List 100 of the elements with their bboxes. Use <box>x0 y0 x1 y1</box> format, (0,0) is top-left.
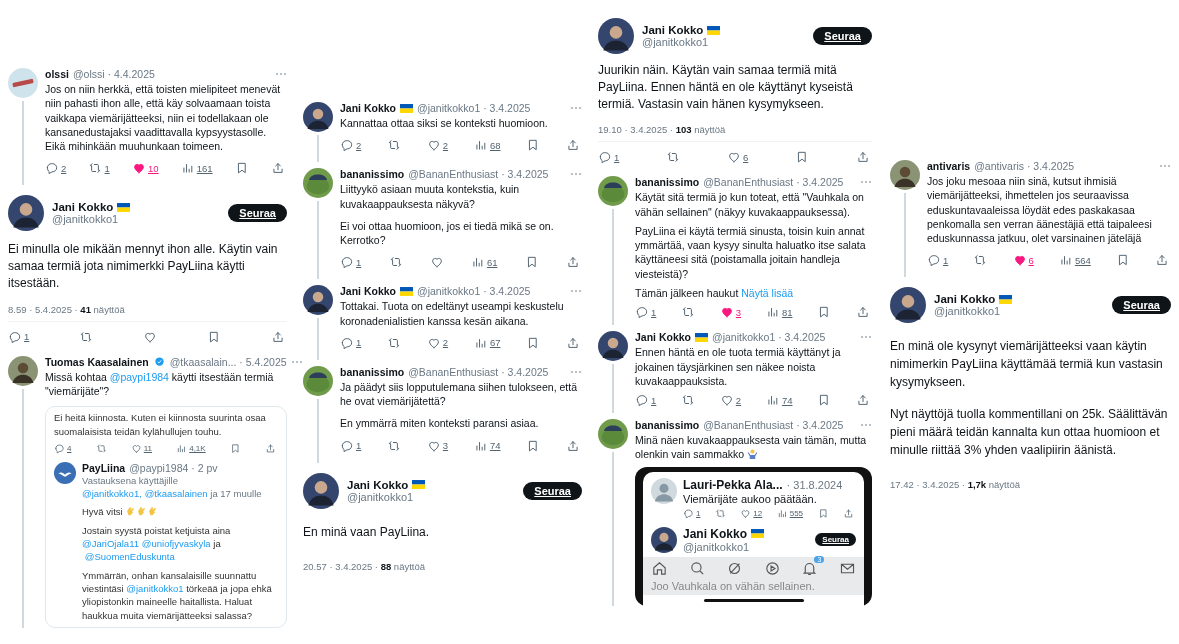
post-text: Ei heitä kiinnosta. Kuten ei kiinnosta suurinta osaa suomalaisista teidän kylähullujen touhu. <box>54 411 267 438</box>
post-text: Juurikin näin. Käytän vain samaa termiä mitä PayLiina. Ennen häntä en ole käyttänyt kyseistä termiä. Vastasin vain hänen kysymykseen. <box>598 62 854 113</box>
post-text: Käytät sitä termiä jo kun toteat, että "Vauhkala on vähän sellainen" (näkyy kuvakaappauksessa). <box>635 190 865 219</box>
post-text: Ei minulla ole mikään mennyt ihon alle. Käytin vain samaa termiä jota nimimerkki PayLiina käytti itsestään. <box>8 241 279 292</box>
post-text: Nyt näyttöjä tuolla kommentillani on 25k. Säälittävän pieni määrä teidän kannalta kun ottaa huomioon et minulle riittää 3% yhden vaalipiirin äänistä. <box>890 406 1169 460</box>
author-name[interactable]: bananissimo <box>340 168 405 181</box>
post-text: Liittyykö asiaan muuta kontekstia, kuin kuvakaappauksesta näkyvä? <box>340 182 521 211</box>
post-text: Jos on niin herkkä, että toisten mielipiteet menevät niin pahasti ihon alle, että käy solvaamaan toista vaikkapa viemärijätteeksi, niin ei todellakaan ole kansanedustajaksi vaadittavalla kypsyystasolle. Eikä mihinkään muuhunkaan toimeen. <box>45 82 282 154</box>
views-button[interactable]: 68 <box>473 138 501 153</box>
author-name[interactable]: Jani Kokko <box>635 331 692 344</box>
author-name[interactable]: Jani Kokko <box>340 285 397 298</box>
handle-and-date: @tkaasalain... · 5.4.2025 <box>169 355 287 368</box>
handle-and-date: @janitkokko1 · 3.4.2025 <box>417 285 531 298</box>
handle-and-date: @janitkokko1 · 3.4.2025 <box>417 102 531 114</box>
author-name[interactable]: Jani Kokko <box>683 526 748 541</box>
like-button[interactable]: 3 <box>426 438 449 453</box>
reply-button[interactable]: 1 <box>340 255 362 270</box>
post-text: Tottakai. Tuota on edeltänyt useampi keskustelu koronadenialistien kanssa kesän aikana. <box>340 299 565 328</box>
author-name[interactable]: Tuomas Kaasalainen <box>45 355 149 368</box>
post-text: Ei voi ottaa huomioon, jos ei tiedä mikä se on. Kerrotko? <box>340 218 555 248</box>
post-meta: 20.57 · 3.4.2025 · 88 näyttöä <box>303 560 427 572</box>
author-name[interactable]: Jani Kokko <box>642 24 704 36</box>
follow-button[interactable]: Seuraa <box>1112 296 1171 315</box>
follow-button[interactable]: Seuraa <box>813 27 872 45</box>
post-text: Missä kohtaa @paypi1984 käytti itsestään termiä "viemärijäte"? <box>45 369 275 399</box>
like-button[interactable]: 10 <box>131 161 159 176</box>
views-button[interactable]: 74 <box>473 438 501 453</box>
follow-button[interactable]: Seuraa <box>815 533 856 547</box>
author-name[interactable]: PayLiina <box>82 461 126 474</box>
post-meta: 17.42 · 3.4.2025 · 1,7k näyttöä <box>890 479 1021 491</box>
reply-button[interactable]: 4 <box>54 442 72 454</box>
author-name[interactable]: bananissimo <box>635 176 700 189</box>
handle-and-date: @BananEnthusiast · 3.4.2025 <box>408 168 549 181</box>
post-text: Minä näen kuvakaappauksesta vain tämän, mutta olenkin vain sammakko <box>635 433 868 462</box>
user-handle: @janitkokko1 <box>52 213 120 226</box>
views-button[interactable]: 564 <box>1058 253 1091 268</box>
views-button[interactable]: 555 <box>776 507 804 519</box>
like-button[interactable]: 2 <box>426 335 449 350</box>
author-name[interactable]: Jani Kokko <box>340 102 397 114</box>
post-text: En ymmärrä miten konteksti paransi asiaa. <box>340 416 540 431</box>
views-button[interactable]: 4,1K <box>176 442 206 454</box>
views-button[interactable]: 81 <box>765 305 793 320</box>
reply-button[interactable]: 1 <box>598 150 620 165</box>
post-text: Ennen häntä en ole tuota termiä käyttänyt ja jokainen täysjärkinen sen näkee noista kuvakaappauksista. <box>635 345 842 389</box>
like-button[interactable]: 12 <box>740 507 763 519</box>
post-text: Viemärijäte aukoo päätään. <box>683 492 818 505</box>
post-meta: 19.10 · 3.4.2025 · 103 näyttöä <box>598 124 727 136</box>
reply-button[interactable]: 1 <box>927 253 949 268</box>
reply-button[interactable]: 1 <box>340 335 362 350</box>
handle-and-date: @paypi1984 · 2 pv <box>129 461 218 474</box>
author-name[interactable]: Jani Kokko <box>52 201 114 214</box>
views-button[interactable]: 161 <box>180 161 213 176</box>
author-name[interactable]: antivaris <box>927 160 971 172</box>
handle-and-date: @BananEnthusiast · 3.4.2025 <box>703 419 844 432</box>
user-handle: @janitkokko1 <box>683 540 751 553</box>
like-button[interactable]: 2 <box>426 138 449 153</box>
reply-context: Vastauksena käyttäjille @janitkokko1, @tkaasalainen ja 17 muulle <box>82 474 263 501</box>
like-button[interactable]: 2 <box>719 393 742 408</box>
author-name[interactable]: Lauri-Pekka Ala... <box>683 477 783 492</box>
like-button[interactable]: 6 <box>1012 253 1034 268</box>
reply-button[interactable]: 2 <box>45 161 67 176</box>
post-text: Kannattaa ottaa siksi se konteksti huomioon. <box>340 116 549 131</box>
post-text: Jostain syystä poistat ketjuista aina @JariOjala11 @uniofjyvaskyla ja @SuomenEduskunta <box>82 523 232 564</box>
follow-button[interactable]: Seuraa <box>228 204 287 223</box>
handle-and-date: @antivaris · 3.4.2025 <box>974 160 1075 172</box>
reply-button[interactable]: 1 <box>340 438 362 453</box>
user-handle: @janitkokko1 <box>347 490 415 503</box>
reply-button[interactable]: 2 <box>340 138 362 153</box>
post-text: Ja päädyt siis lopputulemana siihen tulokseen, että he ovat viemärijätettä? <box>340 379 578 409</box>
like-button[interactable]: 11 <box>130 442 153 454</box>
author-name[interactable]: bananissimo <box>340 365 405 378</box>
post-text: Ymmärrän, onhan kansalaisille suunnattu viestintäsi @janitkokko1 törkeää ja jopa ehkä yliopistonkin maineelle haitallista. Haluat haukkua muita viemärijätteeksi salassa? <box>82 568 273 622</box>
post-meta: 8.59 · 5.4.2025 · 41 näyttöä <box>8 303 126 315</box>
author-name[interactable]: Jani Kokko <box>347 478 409 491</box>
handle-and-date: @BananEnthusiast · 3.4.2025 <box>408 365 549 378</box>
post-text: Tämän jälkeen haukut Näytä lisää <box>635 286 795 301</box>
user-handle: @janitkokko1 <box>642 36 710 48</box>
reply-button[interactable]: 1 <box>8 329 30 344</box>
author-name[interactable]: Jani Kokko <box>934 293 996 306</box>
post-text: En minä vaan PayLiina. <box>303 523 431 541</box>
post-text: En minä ole kysynyt viemärijätteeksi vaan käytin nimimerkin PayLiina käyttämää termiä kun vastasin kysymykseen. <box>890 338 1164 392</box>
reply-button[interactable]: 1 <box>683 507 701 519</box>
views-button[interactable]: 67 <box>473 335 501 350</box>
user-handle: @janitkokko1 <box>934 305 1002 318</box>
handle-and-date: @BananEnthusiast · 3.4.2025 <box>703 176 844 189</box>
repost-button[interactable]: 1 <box>88 161 110 176</box>
follow-button[interactable]: Seuraa <box>523 481 582 500</box>
handle-and-date: @janitkokko1 · 3.4.2025 <box>712 331 826 344</box>
author-name[interactable]: olssi <box>45 68 69 80</box>
like-button[interactable]: 6 <box>727 150 749 165</box>
reply-button[interactable]: 1 <box>635 305 657 320</box>
post-text: PayLiina ei käytä termiä sinusta, toisin kuin annat ymmärtää, vaan kysyy sinulta haluatko itse salata käyttäneesi sitä (poistamalla joitain handleja viesteistä)? <box>635 223 867 281</box>
reply-button[interactable]: 1 <box>635 393 657 408</box>
post-text: Hyvä vitsi <box>82 505 278 519</box>
views-button[interactable]: 61 <box>470 255 498 270</box>
like-button[interactable]: 3 <box>719 305 742 320</box>
post-date: · 31.8.2024 <box>786 478 843 491</box>
views-button[interactable]: 74 <box>765 393 793 408</box>
author-name[interactable]: bananissimo <box>635 419 700 432</box>
post-text: Jos joku mesoaa niin sinä, kutsut ihmisiä viemärijätteeksi, ihmettelen jos seuraavissa eduskuntavaaleissa löydät edes paskakasaa penkomalla sen verran äänestäjiä että taipaleesi eduskunnassa jatkuu, olet varsinainen jäteläjä <box>927 174 1153 246</box>
